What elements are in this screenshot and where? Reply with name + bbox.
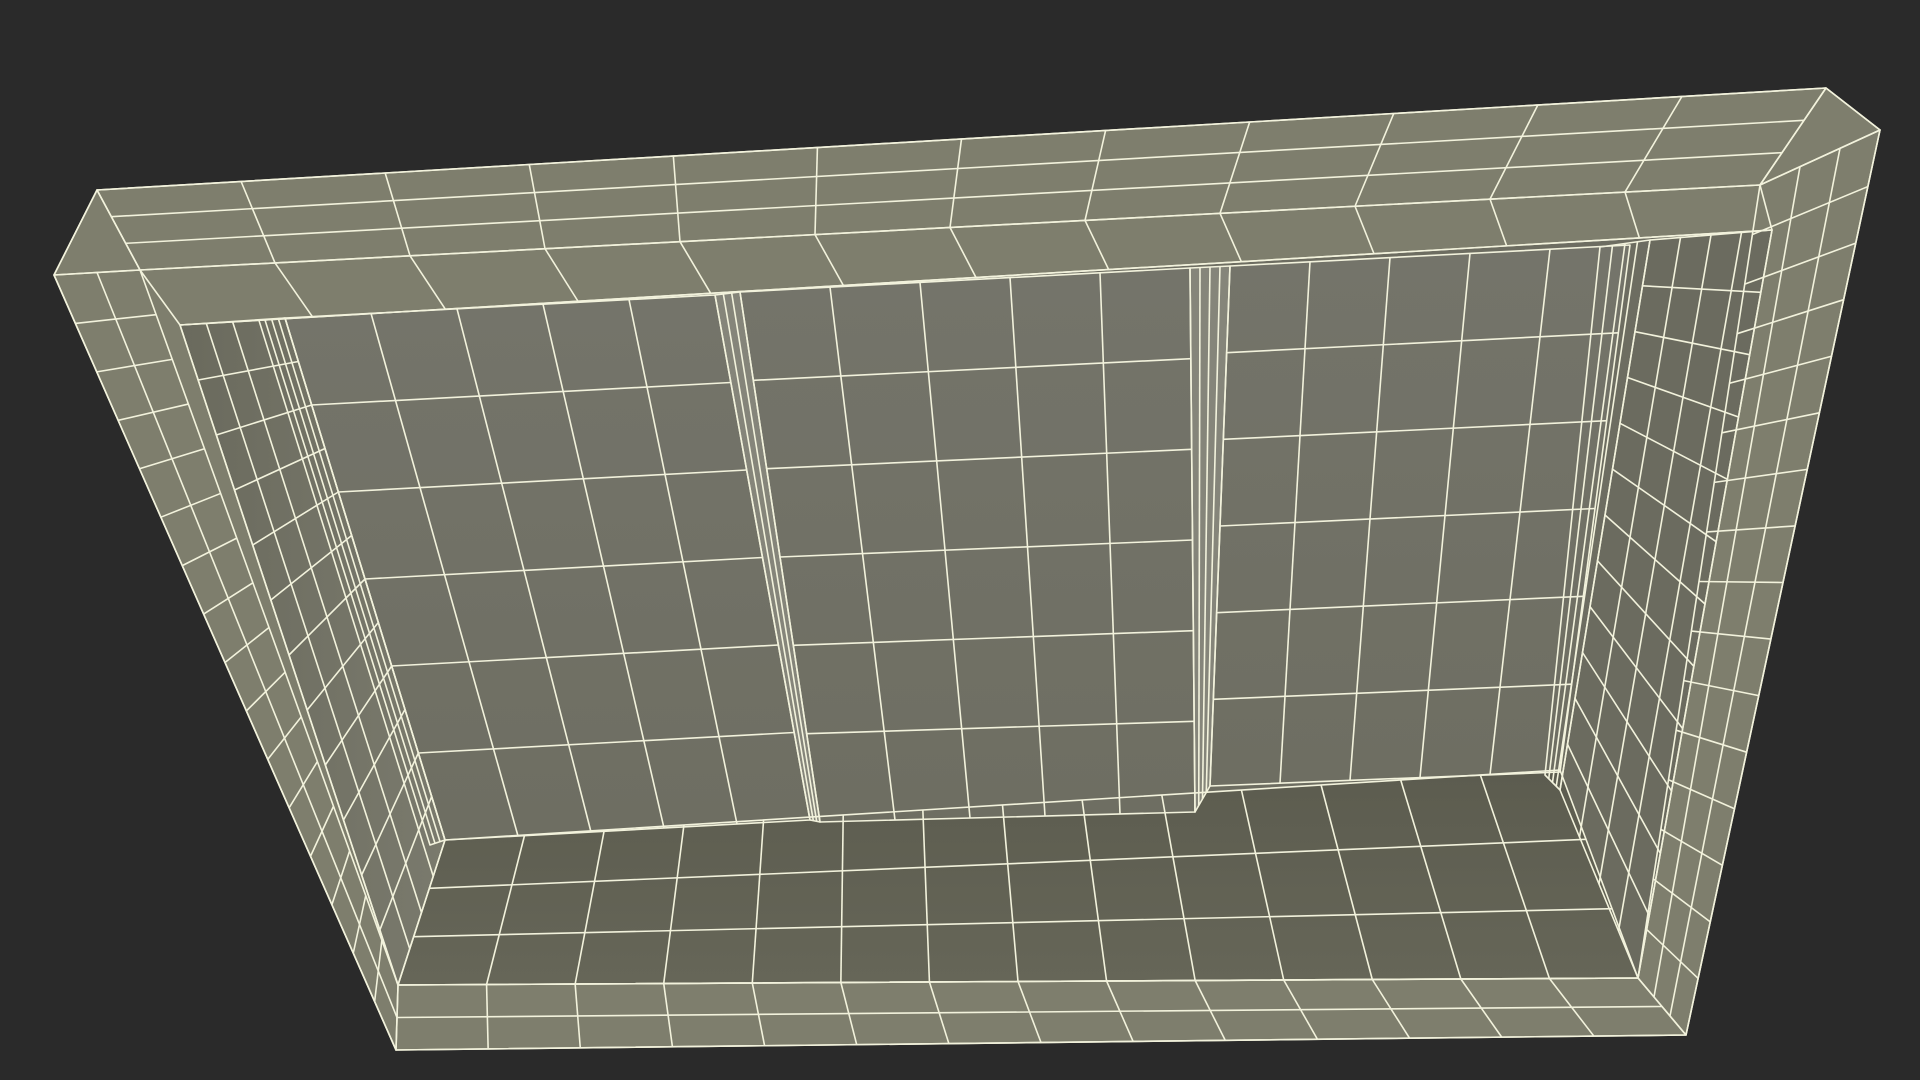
frame-right-v (1698, 580, 1784, 584)
glass-panel-right (1210, 245, 1630, 786)
render-viewport (0, 0, 1920, 1080)
wireframe-model (53, 87, 1881, 1051)
